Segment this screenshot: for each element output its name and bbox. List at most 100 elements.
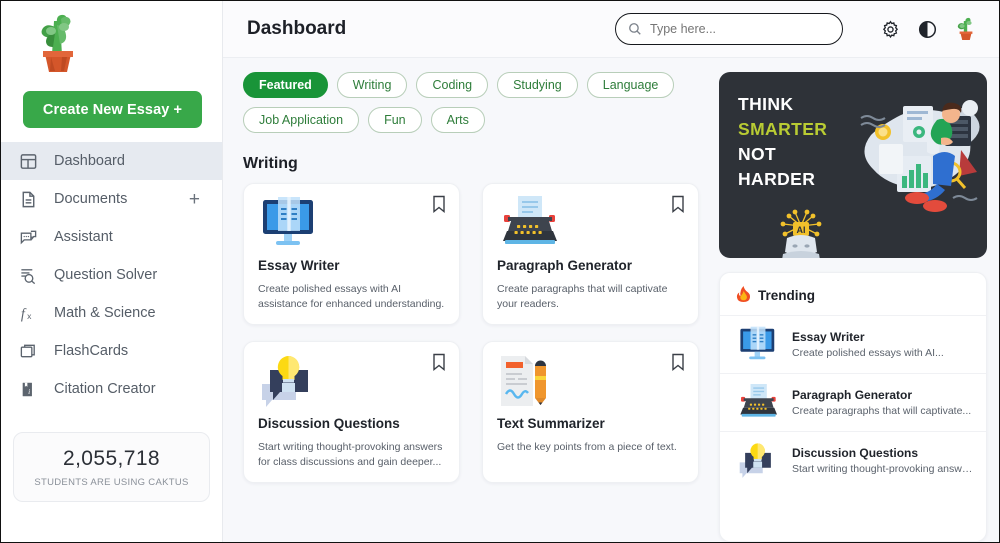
search-box[interactable]	[615, 13, 843, 45]
sidebar-nav: Dashboard Documents + Assistant Question…	[1, 142, 222, 408]
filter-chip-writing[interactable]: Writing	[336, 72, 408, 98]
filter-chip-row: Featured Writing Coding Studying Languag…	[239, 72, 705, 133]
document-pencil-icon	[497, 354, 684, 410]
sidebar-item-flashcards[interactable]: FlashCards	[1, 332, 222, 370]
logo-container[interactable]	[1, 1, 222, 81]
document-icon	[18, 189, 38, 209]
page-title: Dashboard	[247, 18, 347, 39]
main-area: Dashboard Type here... Featured Writing …	[223, 1, 999, 542]
trending-item-essay-writer[interactable]: Essay Writer Create polished essays with…	[720, 315, 986, 373]
sidebar-item-label: FlashCards	[54, 343, 129, 359]
bookmark-icon[interactable]	[671, 353, 685, 376]
tool-card-title: Text Summarizer	[497, 416, 605, 431]
fire-icon	[736, 286, 751, 305]
sidebar-item-documents[interactable]: Documents +	[1, 180, 222, 218]
svg-text:i: i	[28, 386, 30, 395]
add-document-icon[interactable]: +	[189, 190, 200, 209]
student-count-card: 2,055,718 STUDENTS ARE USING CAKTUS	[13, 432, 210, 502]
typewriter-icon	[497, 196, 684, 252]
monitor-book-icon	[258, 196, 445, 252]
trending-item-description: Start writing thought-provoking answers.…	[792, 463, 974, 475]
sidebar-item-label: Math & Science	[54, 305, 156, 321]
sidebar-item-label: Assistant	[54, 229, 113, 245]
sidebar-item-label: Dashboard	[54, 153, 125, 169]
content-area: Featured Writing Coding Studying Languag…	[223, 58, 999, 542]
chat-bubbles-icon	[18, 227, 38, 247]
search-input[interactable]	[650, 22, 830, 36]
tool-card-discussion-questions[interactable]: Discussion Questions Start writing thoug…	[243, 341, 460, 483]
trending-item-discussion-questions[interactable]: Discussion Questions Start writing thoug…	[720, 431, 986, 489]
filter-chip-coding[interactable]: Coding	[416, 72, 489, 98]
speech-bulb-icon	[736, 442, 780, 480]
bookmark-icon[interactable]	[432, 353, 446, 376]
filter-chip-fun[interactable]: Fun	[368, 107, 422, 133]
tool-card-essay-writer[interactable]: Essay Writer Create polished essays with…	[243, 183, 460, 325]
sidebar-item-label: Question Solver	[54, 267, 158, 283]
tool-card-title: Discussion Questions	[258, 416, 400, 431]
promo-line-3: NOT	[738, 143, 777, 164]
citation-book-icon: i	[18, 379, 38, 399]
trending-item-description: Create paragraphs that will captivate...	[792, 405, 972, 417]
tool-card-title: Paragraph Generator	[497, 258, 633, 273]
filter-chip-language[interactable]: Language	[586, 72, 675, 98]
tool-card-grid: Essay Writer Create polished essays with…	[239, 183, 705, 489]
section-title: Writing	[243, 155, 298, 172]
app-window: Create New Essay + Dashboard Documents +…	[0, 0, 1000, 543]
promo-line-2: SMARTER	[738, 118, 828, 139]
student-count-number: 2,055,718	[62, 447, 161, 470]
right-column: THINK SMARTER NOT HARDER AI Trending Ess…	[719, 72, 987, 542]
tool-card-description: Get the key points from a piece of text.	[497, 441, 677, 453]
create-new-essay-button[interactable]: Create New Essay +	[23, 91, 202, 128]
promo-illustration	[860, 100, 980, 212]
bookmark-icon[interactable]	[432, 195, 446, 218]
trending-item-text: Paragraph Generator Create paragraphs th…	[792, 388, 971, 417]
promo-line-1: THINK	[738, 94, 794, 114]
tool-card-description: Create paragraphs that will captivate yo…	[497, 283, 668, 311]
trending-item-title: Essay Writer	[792, 330, 865, 344]
function-fx-icon: f x	[18, 303, 38, 323]
sidebar-item-label: Documents	[54, 191, 128, 207]
sidebar-item-question-solver[interactable]: Question Solver	[1, 256, 222, 294]
speech-bulb-icon	[258, 354, 445, 410]
promo-banner[interactable]: THINK SMARTER NOT HARDER AI	[719, 72, 987, 258]
search-icon	[628, 22, 642, 36]
bookmark-icon[interactable]	[671, 195, 685, 218]
sidebar-item-math-science[interactable]: f x Math & Science	[1, 294, 222, 332]
cactus-logo	[41, 14, 73, 72]
trending-item-title: Paragraph Generator	[792, 388, 913, 402]
ai-robot-illustration: AI	[780, 209, 822, 258]
sidebar-item-citation-creator[interactable]: i Citation Creator	[1, 370, 222, 408]
filter-chip-arts[interactable]: Arts	[430, 107, 485, 133]
dashboard-icon	[18, 151, 38, 171]
top-bar: Dashboard	[223, 1, 999, 58]
filter-chip-job-application[interactable]: Job Application	[243, 107, 360, 133]
tool-card-paragraph-generator[interactable]: Paragraph Generator Create paragraphs th…	[482, 183, 699, 325]
trending-item-title: Discussion Questions	[792, 446, 919, 460]
svg-text:AI: AI	[797, 225, 806, 235]
tool-card-text-summarizer[interactable]: Text Summarizer Get the key points from …	[482, 341, 699, 483]
trending-title: Trending	[758, 288, 815, 303]
svg-text:f: f	[20, 306, 26, 322]
sidebar-item-dashboard[interactable]: Dashboard	[1, 142, 222, 180]
trending-item-description: Create polished essays with AI...	[792, 347, 944, 359]
trending-item-paragraph-generator[interactable]: Paragraph Generator Create paragraphs th…	[720, 373, 986, 431]
left-column: Featured Writing Coding Studying Languag…	[239, 72, 705, 542]
trending-item-text: Essay Writer Create polished essays with…	[792, 330, 944, 359]
settings-gear-icon[interactable]	[881, 20, 900, 39]
filter-chip-featured[interactable]: Featured	[243, 72, 328, 98]
monitor-book-icon	[736, 326, 780, 364]
tool-card-description: Start writing thought-provoking answers …	[258, 441, 443, 469]
theme-contrast-icon[interactable]	[918, 20, 937, 39]
student-count-caption: STUDENTS ARE USING CAKTUS	[34, 477, 189, 488]
top-bar-icons	[881, 17, 977, 41]
filter-chip-studying[interactable]: Studying	[497, 72, 578, 98]
tool-card-title: Essay Writer	[258, 258, 340, 273]
cards-stack-icon	[18, 341, 38, 361]
user-avatar-cactus[interactable]	[955, 17, 977, 41]
trending-item-text: Discussion Questions Start writing thoug…	[792, 446, 974, 475]
tool-card-description: Create polished essays with AI assistanc…	[258, 283, 445, 311]
sidebar-item-assistant[interactable]: Assistant	[1, 218, 222, 256]
sidebar-item-label: Citation Creator	[54, 381, 156, 397]
search-lines-icon	[18, 265, 38, 285]
promo-line-4: HARDER	[738, 168, 816, 189]
